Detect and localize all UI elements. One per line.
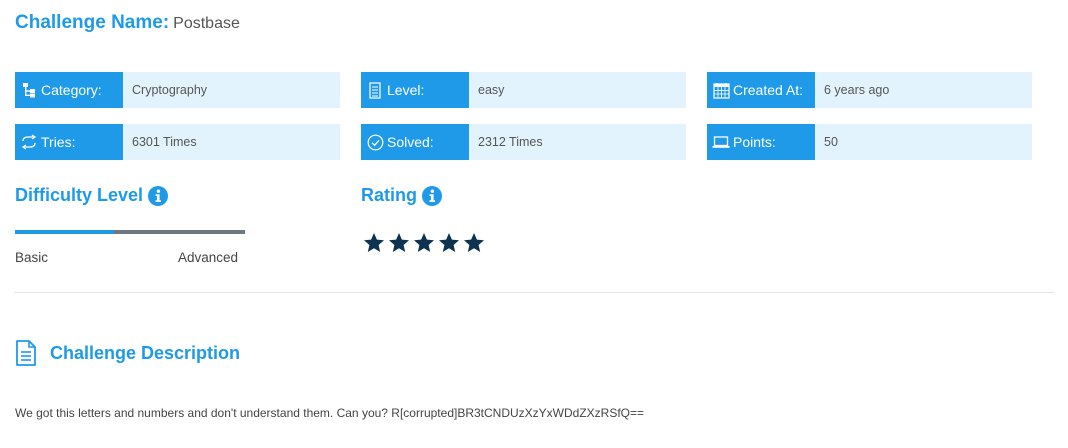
star-icon[interactable] <box>362 232 386 254</box>
check-circle-icon <box>365 132 385 152</box>
rating-heading: Rating <box>361 185 442 206</box>
difficulty-min-label: Basic <box>15 250 49 265</box>
description-heading: Challenge Description <box>15 340 240 366</box>
info-circle-icon[interactable] <box>422 185 442 206</box>
difficulty-title: Difficulty Level <box>15 185 144 205</box>
info-level-value: easy <box>478 83 505 97</box>
info-level-label: Level: <box>387 82 425 98</box>
info-created-key: Created At: <box>707 72 815 108</box>
info-category-label: Category: <box>41 82 102 98</box>
info-created-value: 6 years ago <box>824 83 890 97</box>
info-created: Created At: 6 years ago <box>707 72 1032 108</box>
difficulty-bar <box>15 230 245 234</box>
info-points-value: 50 <box>824 135 838 149</box>
info-tries-label: Tries: <box>41 134 76 150</box>
star-icon[interactable] <box>412 232 436 254</box>
retry-icon <box>19 132 39 152</box>
level-icon <box>365 80 385 100</box>
description-title: Challenge Description <box>50 342 241 363</box>
rating-stars <box>362 232 487 254</box>
star-icon[interactable] <box>462 232 486 254</box>
section-divider <box>14 292 1054 293</box>
star-icon[interactable] <box>387 232 411 254</box>
info-tries-key: Tries: <box>15 124 123 160</box>
info-points-label: Points: <box>733 134 776 150</box>
info-level-key: Level: <box>361 72 469 108</box>
info-solved: Solved: 2312 Times <box>361 124 686 160</box>
document-icon <box>15 340 37 366</box>
difficulty-heading: Difficulty Level <box>15 185 169 206</box>
info-points-key: Points: <box>707 124 815 160</box>
difficulty-bar-fill <box>15 230 114 234</box>
info-solved-value: 2312 Times <box>478 135 543 149</box>
challenge-title: Challenge Name: Postbase <box>15 12 240 36</box>
info-category-key: Category: <box>15 72 123 108</box>
calendar-icon <box>711 80 731 100</box>
info-circle-icon[interactable] <box>148 185 169 206</box>
info-tries-value: 6301 Times <box>132 135 197 149</box>
challenge-name-label: Challenge Name: <box>15 12 170 33</box>
laptop-icon <box>711 132 731 152</box>
info-created-label: Created At: <box>733 82 804 98</box>
info-tries: Tries: 6301 Times <box>15 124 340 160</box>
info-solved-key: Solved: <box>361 124 469 160</box>
info-points: Points: 50 <box>707 124 1032 160</box>
star-icon[interactable] <box>437 232 461 254</box>
info-category: Category: Cryptography <box>15 72 340 108</box>
description-text: We got this letters and numbers and don'… <box>15 406 645 420</box>
info-solved-label: Solved: <box>387 134 434 150</box>
info-category-value: Cryptography <box>132 83 208 97</box>
challenge-name-value: Postbase <box>173 15 240 32</box>
info-level: Level: easy <box>361 72 686 108</box>
difficulty-max-label: Advanced <box>178 250 239 265</box>
sitemap-icon <box>19 80 39 100</box>
rating-title: Rating <box>361 185 417 205</box>
